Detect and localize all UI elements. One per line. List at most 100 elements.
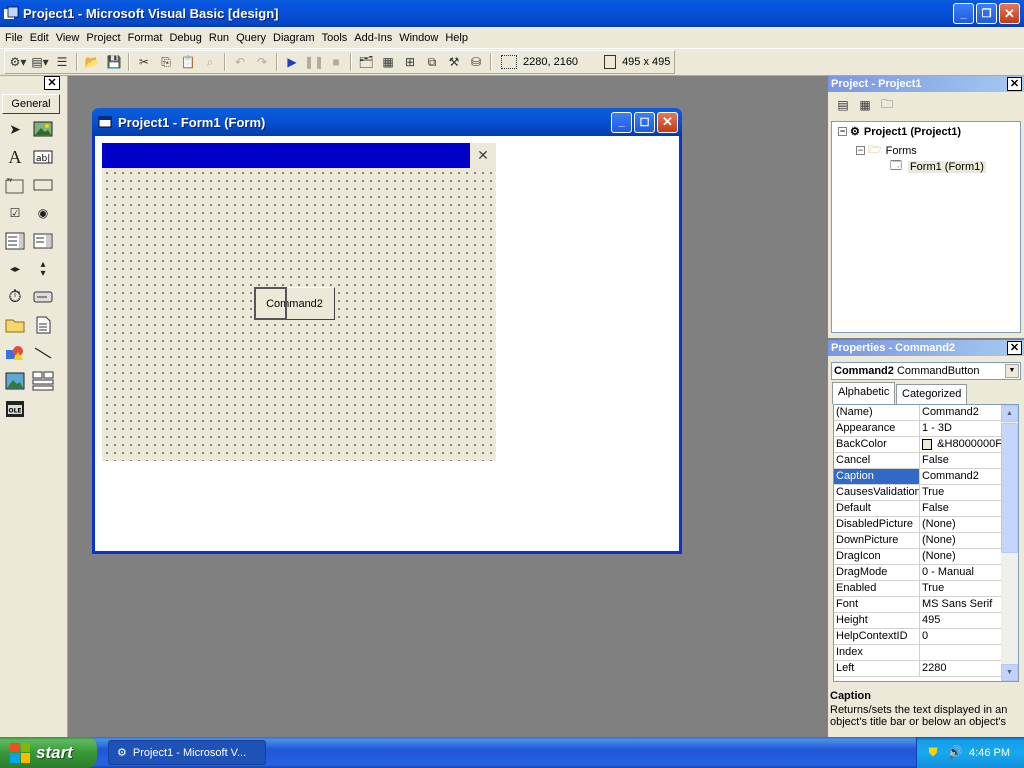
security-shield-icon[interactable]: ⛊ xyxy=(925,745,941,761)
view-object-icon[interactable]: ▦ xyxy=(854,95,876,115)
scroll-down-icon[interactable]: ▼ xyxy=(1001,664,1018,681)
property-value[interactable]: &H8000000F xyxy=(920,437,1002,452)
save-project-icon[interactable]: 💾 xyxy=(103,52,125,72)
property-row[interactable]: CausesValidation True xyxy=(834,485,1002,501)
view-code-icon[interactable]: ▤ xyxy=(832,95,854,115)
tree-project-node[interactable]: − ⚙ Project1 (Project1) xyxy=(838,125,961,138)
property-value[interactable]: True xyxy=(920,485,1002,500)
property-row[interactable]: DownPicture (None) xyxy=(834,533,1002,549)
data-view-icon[interactable]: ⛁ xyxy=(465,52,487,72)
break-icon[interactable]: ❚❚ xyxy=(303,52,325,72)
menu-addins[interactable]: Add-Ins xyxy=(351,32,395,44)
property-value[interactable]: 1 - 3D xyxy=(920,421,1002,436)
property-value[interactable]: 2280 xyxy=(920,661,1002,676)
scroll-up-icon[interactable]: ▲ xyxy=(1001,405,1018,422)
property-row[interactable]: HelpContextID 0 xyxy=(834,629,1002,645)
property-value[interactable]: 0 - Manual xyxy=(920,565,1002,580)
properties-scrollbar[interactable]: ▲ ▼ xyxy=(1001,405,1018,681)
data-icon[interactable] xyxy=(31,369,55,393)
combobox-icon[interactable] xyxy=(3,229,27,253)
scroll-thumb[interactable] xyxy=(1001,423,1018,553)
checkbox-icon[interactable]: ☑ xyxy=(3,201,27,225)
taskbar-item-vb[interactable]: ⚙ Project1 - Microsoft V... xyxy=(108,740,266,765)
shape-icon[interactable] xyxy=(3,341,27,365)
listbox-icon[interactable] xyxy=(31,229,55,253)
menu-editor-icon[interactable]: ☰ xyxy=(51,52,73,72)
menu-diagram[interactable]: Diagram xyxy=(270,32,318,44)
property-row[interactable]: Cancel False xyxy=(834,453,1002,469)
object-browser-icon[interactable]: ⧉ xyxy=(421,52,443,72)
drivelistbox-icon[interactable] xyxy=(31,285,55,309)
toolbox-icon[interactable]: ⚒ xyxy=(443,52,465,72)
volume-icon[interactable]: 🔊 xyxy=(947,745,963,761)
property-value[interactable]: False xyxy=(920,501,1002,516)
menu-file[interactable]: File xyxy=(2,32,26,44)
property-row[interactable]: DisabledPicture (None) xyxy=(834,517,1002,533)
project-explorer-icon[interactable]: 🗂 xyxy=(355,52,377,72)
start-run-icon[interactable]: ▶ xyxy=(281,52,303,72)
property-row[interactable]: Font MS Sans Serif xyxy=(834,597,1002,613)
property-row[interactable]: (Name) Command2 xyxy=(834,405,1002,421)
tab-categorized[interactable]: Categorized xyxy=(896,384,968,404)
property-row[interactable]: Default False xyxy=(834,501,1002,517)
menu-view[interactable]: View xyxy=(53,32,83,44)
form-layout-icon[interactable]: ⊞ xyxy=(399,52,421,72)
property-value[interactable]: MS Sans Serif xyxy=(920,597,1002,612)
property-value[interactable]: 0 xyxy=(920,629,1002,644)
property-row[interactable]: Index xyxy=(834,645,1002,661)
property-value[interactable]: 495 xyxy=(920,613,1002,628)
property-row[interactable]: Height 495 xyxy=(834,613,1002,629)
property-row[interactable]: DragIcon (None) xyxy=(834,549,1002,565)
add-form-icon[interactable]: ▤▾ xyxy=(29,52,51,72)
menu-run[interactable]: Run xyxy=(206,32,232,44)
open-project-icon[interactable]: 📂 xyxy=(81,52,103,72)
close-button[interactable]: ✕ xyxy=(999,3,1020,24)
menu-project[interactable]: Project xyxy=(83,32,123,44)
property-value[interactable]: Command2 xyxy=(920,469,1002,484)
property-row[interactable]: DragMode 0 - Manual xyxy=(834,565,1002,581)
tree-collapse-icon[interactable]: − xyxy=(856,146,865,155)
frame-icon[interactable]: xy xyxy=(3,173,27,197)
property-row[interactable]: BackColor &H8000000F xyxy=(834,437,1002,453)
menu-query[interactable]: Query xyxy=(233,32,269,44)
redo-icon[interactable]: ↷ xyxy=(251,52,273,72)
label-icon[interactable]: A xyxy=(3,145,27,169)
dirlistbox-icon[interactable] xyxy=(3,313,27,337)
property-row[interactable]: Enabled True xyxy=(834,581,1002,597)
property-value[interactable]: (None) xyxy=(920,517,1002,532)
restore-button[interactable]: ❐ xyxy=(976,3,997,24)
chevron-down-icon[interactable]: ▼ xyxy=(1005,364,1019,378)
tab-alphabetic[interactable]: Alphabetic xyxy=(832,382,896,404)
image-icon[interactable] xyxy=(3,369,27,393)
project-explorer-close-icon[interactable]: ✕ xyxy=(1007,77,1022,91)
property-value[interactable] xyxy=(920,645,1002,660)
properties-close-icon[interactable]: ✕ xyxy=(1007,341,1022,355)
toggle-folders-icon[interactable]: 🗀 xyxy=(876,95,898,115)
add-project-icon[interactable]: ⚙▾ xyxy=(7,52,29,72)
menu-format[interactable]: Format xyxy=(125,32,166,44)
object-selector[interactable]: Command2 CommandButton ▼ xyxy=(831,362,1021,380)
undo-icon[interactable]: ↶ xyxy=(229,52,251,72)
property-value[interactable]: (None) xyxy=(920,549,1002,564)
property-value[interactable]: (None) xyxy=(920,533,1002,548)
form-maximize-button[interactable]: ☐ xyxy=(634,111,655,133)
find-icon[interactable]: ⌕ xyxy=(199,52,221,72)
property-value[interactable]: False xyxy=(920,453,1002,468)
vscrollbar-icon[interactable]: ▴ ▾ xyxy=(31,257,55,281)
menu-help[interactable]: Help xyxy=(442,32,471,44)
app-title-bar[interactable]: Project1 - Microsoft Visual Basic [desig… xyxy=(0,0,1024,27)
ole-icon[interactable]: OLE xyxy=(3,397,27,421)
property-value[interactable]: Command2 xyxy=(920,405,1002,420)
start-button[interactable]: start xyxy=(0,737,97,768)
picturebox-icon[interactable] xyxy=(31,117,55,141)
menu-tools[interactable]: Tools xyxy=(319,32,351,44)
property-row[interactable]: Appearance 1 - 3D xyxy=(834,421,1002,437)
textbox-icon[interactable]: ab| xyxy=(31,145,55,169)
menu-edit[interactable]: Edit xyxy=(27,32,52,44)
property-row[interactable]: Left 2280 xyxy=(834,661,1002,677)
optionbutton-icon[interactable]: ◉ xyxy=(31,201,55,225)
menu-debug[interactable]: Debug xyxy=(166,32,204,44)
paste-icon[interactable]: 📋 xyxy=(177,52,199,72)
timer-icon[interactable]: ⏱ xyxy=(3,285,27,309)
toolbox-tab-general[interactable]: General xyxy=(2,94,60,114)
